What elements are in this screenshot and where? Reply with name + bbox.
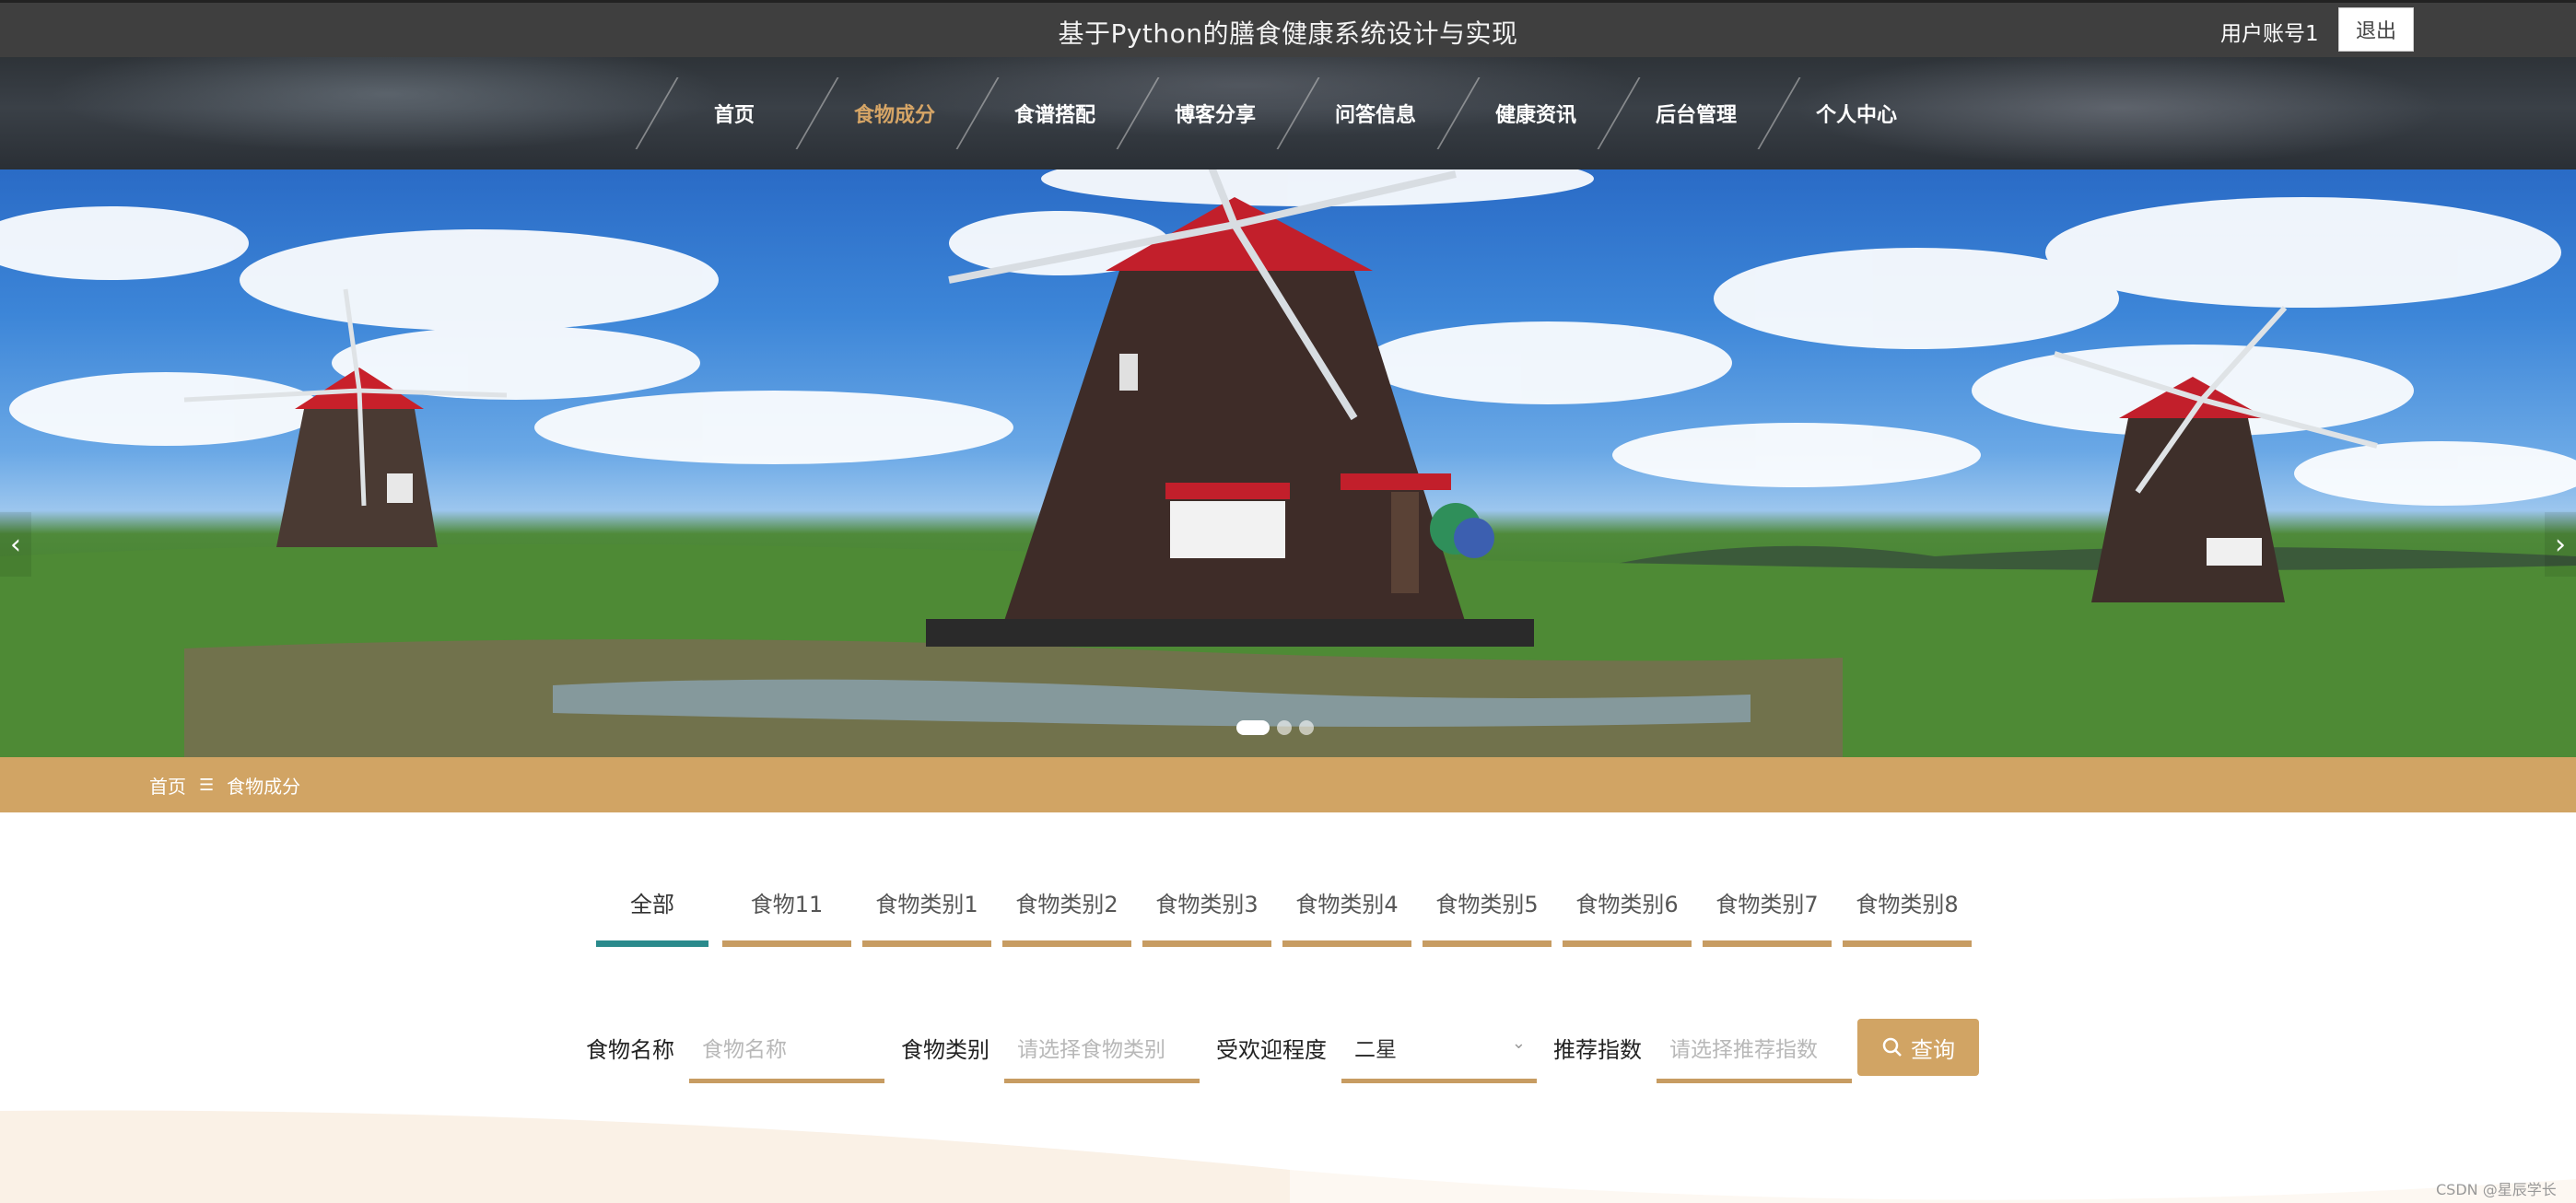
tab-category-6[interactable]: 食物类别6 — [1563, 882, 1692, 947]
banner-prev-arrow[interactable]: ‹ — [0, 512, 31, 577]
tab-category-3[interactable]: 食物类别3 — [1142, 882, 1271, 947]
logout-button[interactable]: 退出 — [2338, 7, 2414, 52]
main-nav: 首页 食物成分 食谱搭配 博客分享 问答信息 健康资讯 后台管理 个人中心 — [635, 57, 1937, 169]
carousel-dot-2[interactable] — [1277, 720, 1292, 735]
tab-category-7[interactable]: 食物类别7 — [1703, 882, 1832, 947]
tab-category-5[interactable]: 食物类别5 — [1423, 882, 1551, 947]
top-bar: 基于Python的膳食健康系统设计与实现 用户账号1 退出 — [0, 0, 2576, 57]
nav-item-admin[interactable]: 后台管理 — [1597, 57, 1776, 169]
nav-label: 食谱搭配 — [1013, 104, 1095, 127]
banner-image — [0, 169, 2576, 757]
food-name-label: 食物名称 — [586, 1037, 674, 1063]
tab-all[interactable]: 全部 — [596, 882, 708, 947]
tab-category-4[interactable]: 食物类别4 — [1282, 882, 1411, 947]
site-title: 基于Python的膳食健康系统设计与实现 — [1058, 18, 1518, 49]
user-account-label[interactable]: 用户账号1 — [2220, 16, 2319, 47]
popularity-select[interactable]: 二星 ⌄ — [1341, 1019, 1537, 1083]
bottom-decoration — [0, 1110, 2576, 1203]
nav-label: 个人中心 — [1815, 104, 1897, 127]
nav-label: 首页 — [713, 104, 755, 127]
nav-label: 食物成分 — [853, 104, 935, 127]
food-category-placeholder: 请选择食物类别 — [1017, 1038, 1165, 1062]
nav-label: 后台管理 — [1655, 104, 1737, 127]
nav-band: 首页 食物成分 食谱搭配 博客分享 问答信息 健康资讯 后台管理 个人中心 — [0, 57, 2576, 169]
search-button-label: 查询 — [1911, 1036, 1955, 1063]
tab-category-1[interactable]: 食物类别1 — [862, 882, 991, 947]
breadcrumb: 首页 ☰ 食物成分 — [149, 772, 300, 799]
nav-label: 博客分享 — [1174, 104, 1256, 127]
food-name-input[interactable]: 食物名称 — [689, 1019, 884, 1083]
tab-category-8[interactable]: 食物类别8 — [1843, 882, 1972, 947]
popularity-value: 二星 — [1354, 1038, 1397, 1062]
banner-next-arrow[interactable]: › — [2545, 512, 2576, 577]
food-category-label: 食物类别 — [901, 1037, 989, 1063]
nav-item-food-composition[interactable]: 食物成分 — [795, 57, 975, 169]
recommend-label: 推荐指数 — [1553, 1037, 1642, 1063]
nav-label: 健康资讯 — [1494, 104, 1576, 127]
tab-category-2[interactable]: 食物类别2 — [1002, 882, 1131, 947]
carousel-dots — [1236, 720, 1314, 735]
nav-label: 问答信息 — [1334, 104, 1416, 127]
nav-item-blog[interactable]: 博客分享 — [1116, 57, 1295, 169]
nav-item-home[interactable]: 首页 — [635, 57, 814, 169]
search-button[interactable]: 查询 — [1857, 1019, 1979, 1076]
breadcrumb-bar: 首页 ☰ 食物成分 — [0, 757, 2576, 812]
chevron-down-icon: ⌄ — [1511, 1034, 1526, 1053]
breadcrumb-current: 食物成分 — [227, 776, 301, 798]
nav-item-qa[interactable]: 问答信息 — [1276, 57, 1456, 169]
nav-item-profile[interactable]: 个人中心 — [1757, 57, 1937, 169]
breadcrumb-home[interactable]: 首页 — [149, 772, 186, 799]
food-category-select[interactable]: 请选择食物类别 — [1004, 1019, 1200, 1083]
tab-food-11[interactable]: 食物11 — [722, 882, 851, 947]
watermark: CSDN @星辰学长 — [2436, 1181, 2557, 1198]
nav-separator — [635, 77, 679, 149]
nav-item-health-news[interactable]: 健康资讯 — [1436, 57, 1616, 169]
breadcrumb-separator-icon: ☰ — [199, 776, 215, 795]
banner-carousel: ‹ › — [0, 169, 2576, 757]
recommend-select[interactable]: 请选择推荐指数 — [1657, 1019, 1852, 1083]
carousel-dot-1[interactable] — [1236, 720, 1270, 735]
popularity-label: 受欢迎程度 — [1216, 1037, 1327, 1063]
recommend-placeholder: 请选择推荐指数 — [1669, 1038, 1818, 1062]
nav-item-recipes[interactable]: 食谱搭配 — [955, 57, 1135, 169]
search-icon — [1882, 1037, 1902, 1057]
category-tabs: 全部 食物11 食物类别1 食物类别2 食物类别3 食物类别4 食物类别5 食物… — [596, 882, 1983, 947]
carousel-dot-3[interactable] — [1299, 720, 1314, 735]
